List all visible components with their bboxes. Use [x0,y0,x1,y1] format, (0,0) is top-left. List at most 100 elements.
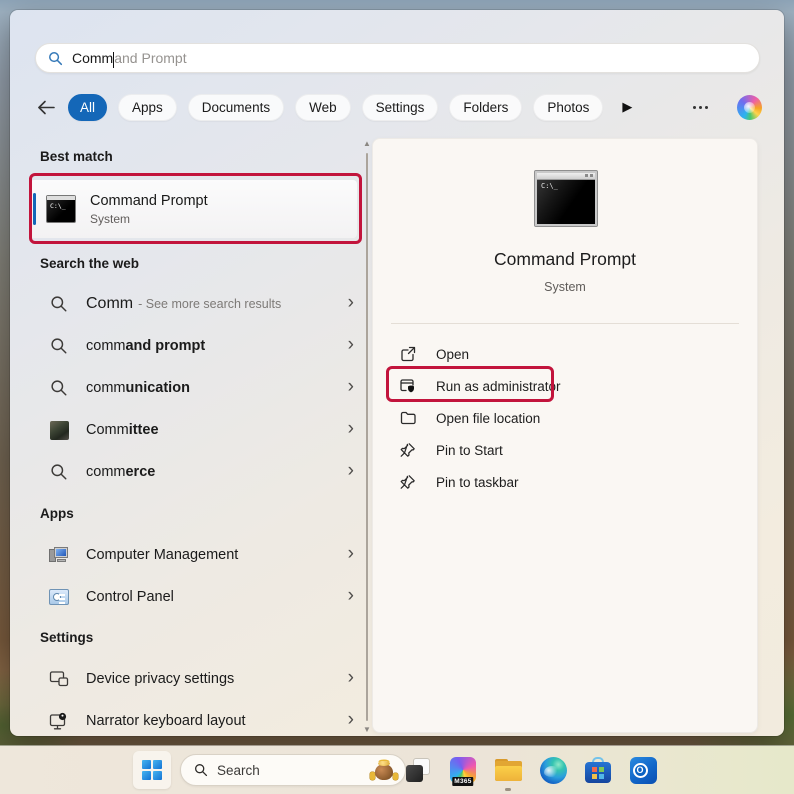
pin-icon [399,442,416,459]
app-result-computer-management[interactable]: Computer Management › [30,534,360,576]
app-results: Computer Management › Control Panel › [30,534,360,618]
taskbar: Search M365 O [0,746,794,794]
preview-pane: C:\_ Command Prompt System Open Run as a… [372,138,758,733]
best-match-heading: Best match [40,148,113,164]
search-icon [48,461,70,483]
filter-tab-all[interactable]: All [68,93,108,121]
open-external-icon [399,346,416,363]
edge-button[interactable] [538,755,568,785]
action-pin-to-start[interactable]: Pin to Start [389,434,741,466]
filter-tab-settings[interactable]: Settings [361,93,439,121]
taskbar-app-icons: M365 O [403,755,658,791]
results-list: Best match C:\_ Command Prompt System Se… [30,138,360,736]
divider [391,323,739,324]
filter-tab-apps[interactable]: Apps [118,93,177,121]
chevron-right-icon: › [347,292,354,313]
search-icon [48,377,70,399]
settings-result-device-privacy[interactable]: Device privacy settings › [30,658,360,700]
preview-title: Command Prompt [494,249,636,269]
outlook-button[interactable]: O [628,755,658,785]
task-view-icon [406,758,430,782]
filter-tab-documents[interactable]: Documents [187,93,285,121]
m365-badge: M365 [452,777,474,786]
action-open[interactable]: Open [389,338,741,370]
control-panel-icon [48,586,70,608]
action-open-file-location[interactable]: Open file location [389,402,741,434]
search-icon [48,293,70,315]
file-explorer-icon [494,759,522,781]
chevron-right-icon: › [347,334,354,355]
web-suggestion-comm[interactable]: Comm - See more search results › [30,283,360,325]
photo-thumbnail-icon [48,419,70,441]
settings-heading: Settings [40,629,94,645]
action-list: Open Run as administrator Open file loca… [389,338,741,498]
preview-subtitle: System [544,280,586,294]
search-icon [48,335,70,357]
options-ellipsis-button[interactable] [693,105,708,109]
best-match-text: Command Prompt System [90,193,208,226]
microsoft-store-icon [585,757,611,783]
start-button[interactable] [133,751,171,789]
taskbar-search-box[interactable]: Search [180,754,406,786]
taskbar-search-label: Search [217,762,260,778]
running-indicator [505,788,511,791]
narrator-icon [48,710,70,732]
chevron-right-icon: › [347,667,354,688]
file-explorer-button[interactable] [493,755,523,791]
search-icon [195,764,208,777]
search-flyout-panel: Comm and Prompt All Apps Documents Web Se… [10,10,784,736]
pin-icon [399,474,416,491]
back-button[interactable] [35,96,57,118]
web-suggestions: Comm - See more search results › command … [30,283,360,493]
web-suggestion-commerce[interactable]: commerce › [30,451,360,493]
command-prompt-icon: C:\_ [46,195,76,223]
computer-management-icon [48,544,70,566]
edge-icon [539,756,567,784]
outlook-icon: O [629,756,657,784]
scrollbar-thumb[interactable] [366,153,368,721]
search-highlight-pot-of-gold-icon[interactable] [369,756,399,784]
best-match-item-command-prompt[interactable]: C:\_ Command Prompt System [30,180,357,238]
filter-tab-web[interactable]: Web [295,93,351,121]
best-match-title: Command Prompt [90,192,208,209]
settings-result-narrator-keyboard[interactable]: Narrator keyboard layout › [30,700,360,736]
folder-outline-icon [399,410,416,427]
chevron-right-icon: › [347,376,354,397]
chevron-right-icon: › [347,543,354,564]
web-suggestion-communication[interactable]: communication › [30,367,360,409]
best-match-subtitle: System [90,211,131,226]
action-run-as-administrator[interactable]: Run as administrator [389,370,741,402]
filter-row: All Apps Documents Web Settings Folders … [35,93,762,121]
search-input[interactable]: Comm and Prompt [35,43,760,73]
search-autocomplete-text: and Prompt [114,50,187,66]
settings-results: Device privacy settings › Narrator keybo… [30,658,360,736]
copilot-m365-button[interactable]: M365 [448,755,478,786]
copilot-m365-icon: M365 [450,757,476,786]
search-typed-text: Comm [72,50,114,66]
web-suggestion-committee[interactable]: Committee › [30,409,360,451]
filter-tab-folders[interactable]: Folders [449,93,523,121]
devices-icon [48,668,70,690]
chevron-right-icon: › [347,585,354,606]
copilot-icon[interactable] [737,94,762,120]
search-icon [49,51,63,65]
desktop: Comm and Prompt All Apps Documents Web Se… [0,0,794,794]
apps-heading: Apps [40,505,74,521]
scroll-down-arrow[interactable]: ▼ [363,724,371,736]
task-view-button[interactable] [403,755,433,785]
microsoft-store-button[interactable] [583,755,613,785]
filter-tab-photos[interactable]: Photos [533,93,604,121]
command-prompt-icon-large: C:\_ [534,170,598,227]
scroll-up-arrow[interactable]: ▲ [363,138,371,150]
chevron-right-icon: › [347,418,354,439]
search-the-web-heading: Search the web [40,255,140,271]
selection-accent-bar [33,193,36,225]
chevron-right-icon: › [347,460,354,481]
windows-logo-icon [142,760,162,780]
more-filters-button[interactable]: ▶ [622,99,632,115]
app-result-control-panel[interactable]: Control Panel › [30,576,360,618]
web-suggestion-command-prompt[interactable]: command prompt › [30,325,360,367]
chevron-right-icon: › [347,709,354,730]
back-arrow-icon [37,100,55,114]
action-pin-to-taskbar[interactable]: Pin to taskbar [389,466,741,498]
